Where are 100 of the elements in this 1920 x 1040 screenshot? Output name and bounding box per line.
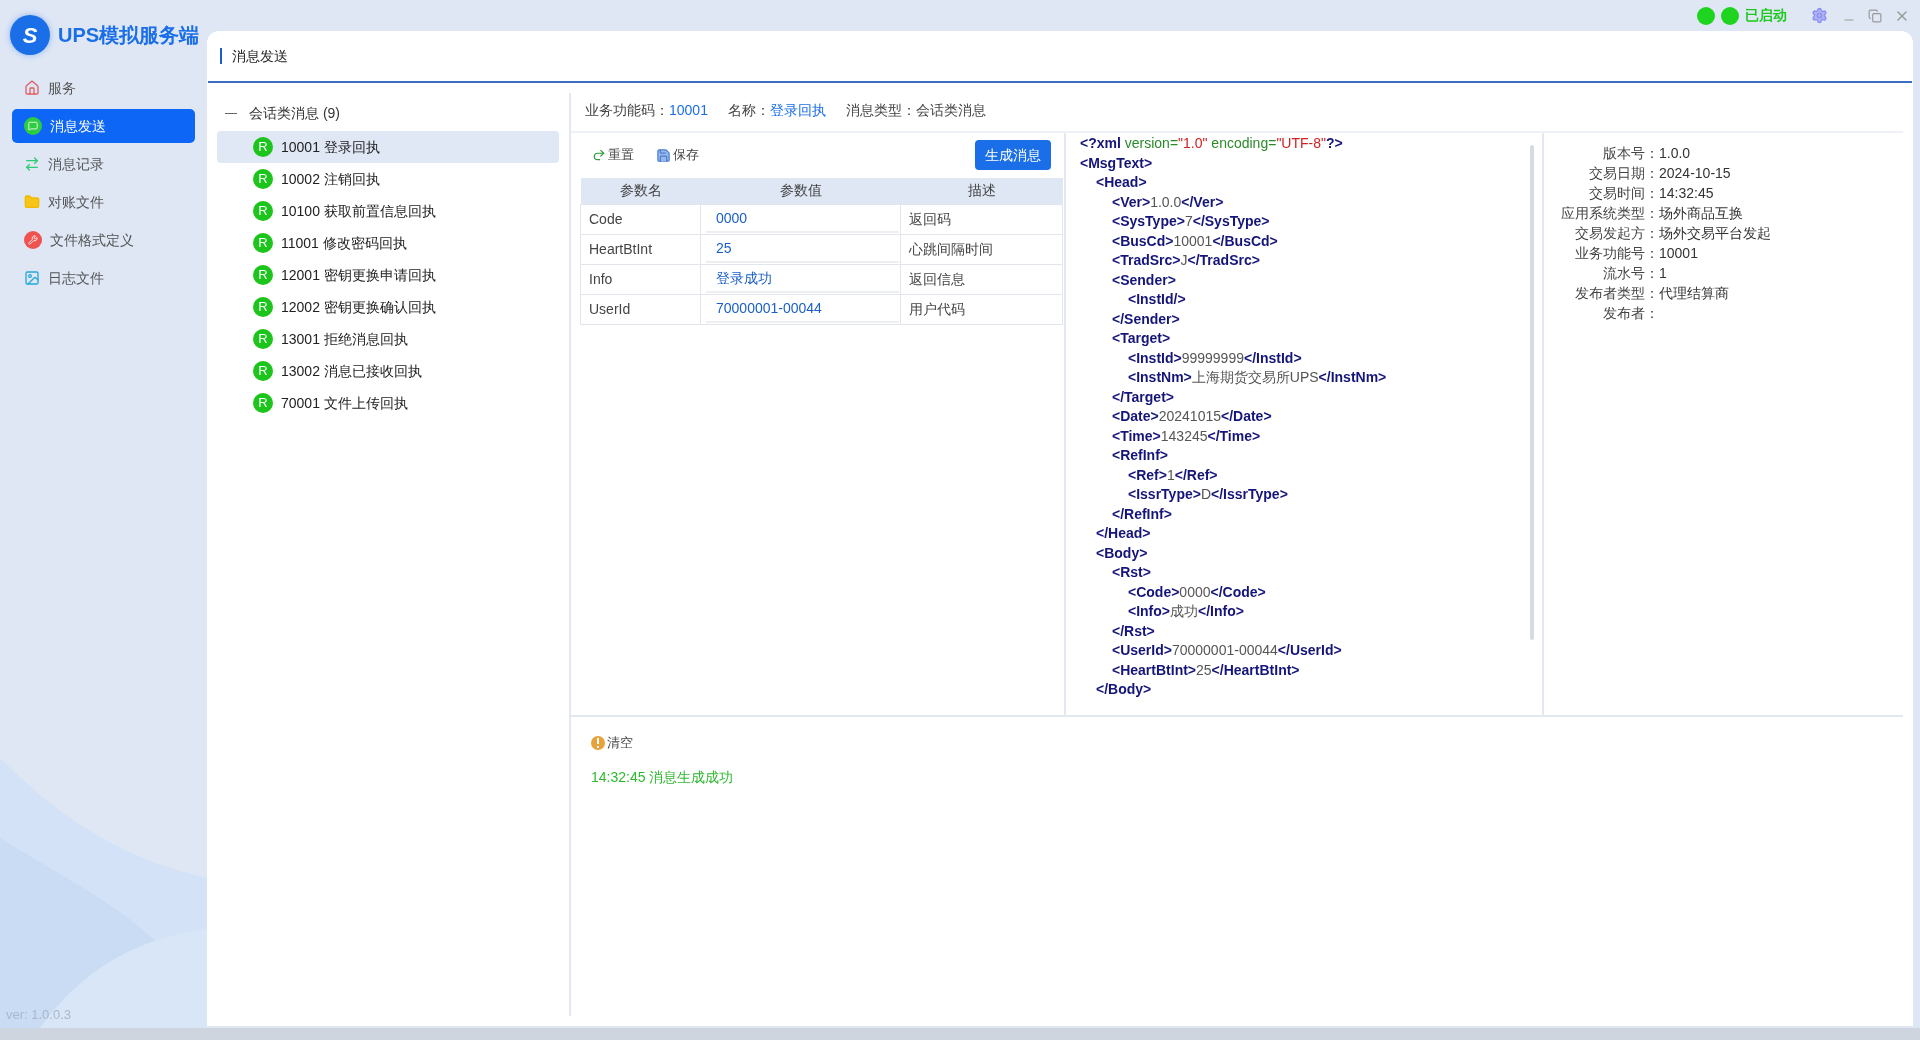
tree-item[interactable]: R 10002 注销回执 xyxy=(217,163,559,195)
xml-line: <IssrType>D</IssrType> xyxy=(1128,485,1288,504)
xml-line: <UserId>70000001-00044</UserId> xyxy=(1112,641,1342,660)
xml-line: <Ref>1</Ref> xyxy=(1128,465,1218,485)
field-value: 场外商品互换 xyxy=(1659,205,1743,221)
xml-line: </Rst> xyxy=(1112,621,1155,641)
sidebar-item[interactable]: 对账文件 xyxy=(12,185,195,219)
sidebar-item[interactable]: 消息发送 xyxy=(12,109,195,143)
restore-icon[interactable] xyxy=(1868,8,1882,23)
sidebar-item[interactable]: 日志文件 xyxy=(12,261,195,295)
tree-item[interactable]: R 13002 消息已接收回执 xyxy=(217,355,559,387)
status-badge: R xyxy=(253,169,273,189)
xml-line: <Rst> xyxy=(1112,563,1151,582)
xml-line: <InstId/> xyxy=(1128,290,1186,309)
xml-line: <Body> xyxy=(1096,543,1148,563)
scrollbar[interactable] xyxy=(1530,145,1534,640)
field-label: 交易发起方： xyxy=(1574,224,1659,243)
field-label: 发布者： xyxy=(1602,304,1659,323)
app-title: UPS模拟服务端 xyxy=(58,23,200,48)
info-label: 消息类型： xyxy=(845,100,916,120)
wrench-icon xyxy=(24,231,42,249)
status-badge: R xyxy=(253,233,273,253)
tree-item[interactable]: R 12001 密钥更换申请回执 xyxy=(217,259,559,291)
xml-line: <RefInf> xyxy=(1112,446,1168,465)
xml-line: <HeartBtInt>25</HeartBtInt> xyxy=(1112,660,1300,680)
status-badge: R xyxy=(253,265,273,285)
field-value: 2024-10-15 xyxy=(1659,165,1731,181)
sidebar-item[interactable]: 消息记录 xyxy=(12,147,195,181)
tree-item[interactable]: R 13001 拒绝消息回执 xyxy=(217,323,559,355)
warning-icon xyxy=(591,736,605,750)
sidebar-item[interactable]: 文件格式定义 xyxy=(12,223,195,257)
save-button[interactable]: 保存 xyxy=(656,145,699,165)
field-label: 应用系统类型： xyxy=(1560,204,1659,223)
table-cell: 用户代码 xyxy=(900,294,1063,324)
table-cell: 返回信息 xyxy=(900,264,1063,294)
xml-line: <Target> xyxy=(1112,329,1171,348)
info-label: 业务功能码： xyxy=(585,100,669,120)
info-value[interactable]: 10001 xyxy=(669,99,708,121)
status-indicator-icon xyxy=(1697,6,1715,25)
tree-item[interactable]: R 11001 修改密码回执 xyxy=(217,227,559,259)
clear-button[interactable]: 清空 xyxy=(591,731,633,755)
column-header: 参数名 xyxy=(580,178,701,204)
table-cell: 心跳间隔时间 xyxy=(900,234,1063,264)
tree-item[interactable]: R 70001 文件上传回执 xyxy=(217,387,559,419)
table-cell: Info xyxy=(580,264,701,294)
status-label: 已启动 xyxy=(1745,6,1787,25)
tree-item[interactable]: R 10001 登录回执 xyxy=(217,131,559,163)
field-value: 14:32:45 xyxy=(1659,185,1714,201)
table-cell: Code xyxy=(580,204,701,234)
info-value: 会话类消息 xyxy=(915,100,986,120)
xml-line: <MsgText> xyxy=(1080,153,1153,173)
field-value: 1.0.0 xyxy=(1659,145,1691,161)
chat-bubble-icon xyxy=(24,117,42,135)
xml-line: <Date>20241015</Date> xyxy=(1112,407,1272,426)
field-value: 场外交易平台发起 xyxy=(1659,225,1771,241)
xml-line: <Head> xyxy=(1096,173,1147,192)
table-cell: UserId xyxy=(580,294,701,324)
sidebar-item[interactable]: 服务 xyxy=(12,71,195,105)
generate-message-button[interactable]: 生成消息 xyxy=(975,140,1051,170)
field-value: 1 xyxy=(1659,265,1667,281)
xml-line: <InstNm>上海期货交易所UPS</InstNm> xyxy=(1128,368,1387,387)
reset-button[interactable]: 重置 xyxy=(592,145,634,165)
field-label: 版本号： xyxy=(1602,144,1659,163)
status-badge: R xyxy=(253,297,273,317)
app-logo: S xyxy=(10,15,50,55)
image-icon xyxy=(24,270,40,286)
field-label: 流水号： xyxy=(1602,264,1659,283)
xml-line: <Ver>1.0.0</Ver> xyxy=(1112,192,1224,212)
arrows-icon xyxy=(24,156,40,172)
table-cell: HeartBtInt xyxy=(580,234,701,264)
field-value: 代理结算商 xyxy=(1659,285,1729,301)
xml-line: <Code>0000</Code> xyxy=(1128,582,1266,602)
column-header: 参数值 xyxy=(700,178,901,204)
redo-arrow-icon xyxy=(592,148,606,162)
table-cell: 返回码 xyxy=(900,204,1063,234)
field-label: 交易日期： xyxy=(1588,164,1659,183)
xml-line: <BusCd>10001</BusCd> xyxy=(1112,231,1278,251)
xml-line: <SysType>7</SysType> xyxy=(1112,212,1270,231)
page-title: 消息发送 xyxy=(220,48,288,64)
xml-line: <Sender> xyxy=(1112,270,1176,290)
settings-icon[interactable] xyxy=(1811,7,1828,24)
folder-icon xyxy=(24,194,40,210)
status-badge: R xyxy=(253,329,273,349)
status-indicator-icon xyxy=(1721,6,1739,25)
xml-line: <InstId>99999999</InstId> xyxy=(1128,348,1302,368)
xml-line: <TradSrc>J</TradSrc> xyxy=(1112,251,1260,270)
xml-line: </Sender> xyxy=(1112,309,1180,329)
tree-item[interactable]: R 10100 获取前置信息回执 xyxy=(217,195,559,227)
status-badge: R xyxy=(253,201,273,221)
xml-line: <Info>成功</Info> xyxy=(1128,602,1244,621)
tree-item[interactable]: R 12002 密钥更换确认回执 xyxy=(217,291,559,323)
status-badge: R xyxy=(253,393,273,413)
info-value[interactable]: 登录回执 xyxy=(769,99,826,121)
column-header: 描述 xyxy=(900,178,1063,204)
status-badge: R xyxy=(253,137,273,157)
xml-line: </Body> xyxy=(1096,680,1152,699)
info-label: 名称： xyxy=(727,100,770,120)
field-label: 交易时间： xyxy=(1588,184,1659,203)
xml-line: <Time>143245</Time> xyxy=(1112,426,1261,446)
status-badge: R xyxy=(253,361,273,381)
